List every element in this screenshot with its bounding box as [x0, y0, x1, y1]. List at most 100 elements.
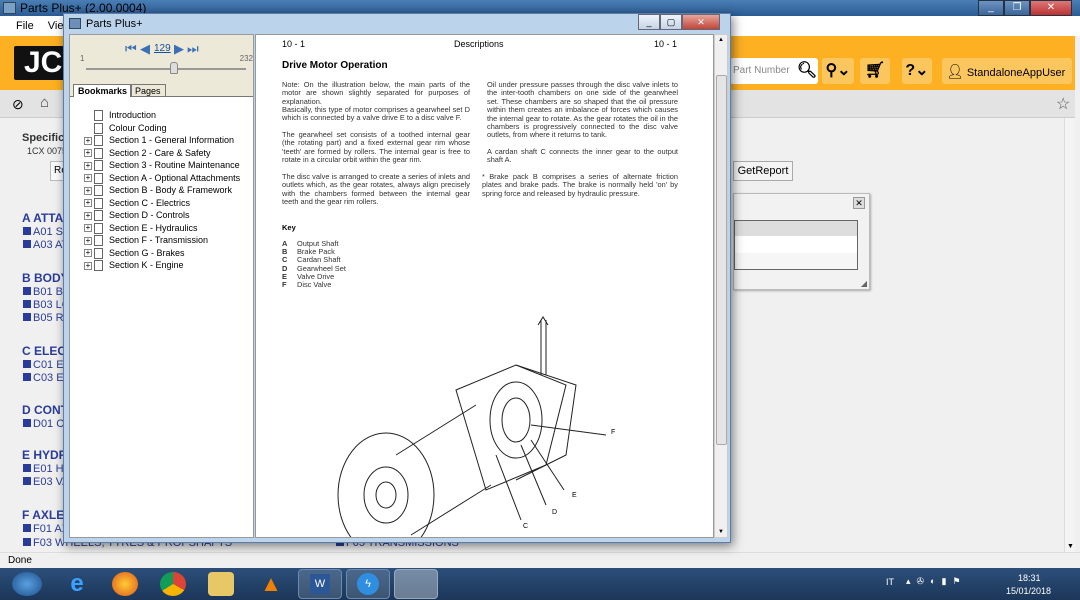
- close-button[interactable]: ✕: [682, 14, 720, 30]
- expand-icon[interactable]: +: [84, 236, 92, 245]
- bookmark-item[interactable]: + Section C - Electrics: [84, 197, 190, 209]
- tab-pages[interactable]: Pages: [130, 84, 166, 97]
- scroll-down-arrow[interactable]: ▼: [718, 529, 724, 535]
- bookmark-tree: Introduction Colour Coding + Section 1 - Ge…: [70, 97, 253, 537]
- menu-file[interactable]: File: [16, 20, 34, 32]
- next-page-icon[interactable]: ▶︎: [174, 41, 184, 57]
- page-heading: Drive Motor Operation: [282, 60, 388, 71]
- close-button[interactable]: ✕: [1030, 0, 1072, 16]
- panel-tabs: Bookmarks Pages: [70, 84, 253, 97]
- document-scrollbar[interactable]: ▲ ▼: [714, 34, 728, 538]
- expand-icon[interactable]: +: [84, 174, 92, 183]
- ie-icon[interactable]: e: [64, 572, 90, 596]
- expand-icon[interactable]: +: [84, 149, 92, 158]
- tab-bookmarks[interactable]: Bookmarks: [73, 84, 133, 97]
- document-page: 10 - 1 Descriptions 10 - 1 Drive Motor O…: [255, 34, 714, 538]
- bookmark-label: Section G - Brakes: [109, 247, 185, 258]
- taskbar: e ▲ W ϟ IT ▴✇◐▮⚑ 18:31 15/01/2018: [0, 568, 1080, 600]
- minimize-button[interactable]: _: [638, 14, 660, 30]
- help-icon[interactable]: ?⌄: [902, 58, 932, 84]
- group-title: E HYDR: [22, 448, 68, 462]
- page-icon: [94, 147, 103, 159]
- binoculars-icon[interactable]: ⚲⌄: [822, 58, 854, 84]
- tree-line: [84, 112, 92, 120]
- bookmark-item[interactable]: + Section G - Brakes: [84, 247, 185, 259]
- bookmark-item[interactable]: Colour Coding: [84, 122, 167, 134]
- start-button[interactable]: [12, 572, 42, 596]
- word-task[interactable]: W: [298, 569, 342, 599]
- page-slider-track[interactable]: [86, 68, 246, 70]
- user-icon: 👤︎: [946, 63, 964, 79]
- bookmark-item[interactable]: + Section D - Controls: [84, 209, 190, 222]
- prev-page-icon[interactable]: ◀︎: [140, 41, 150, 57]
- compass-icon[interactable]: ⊘: [12, 96, 24, 113]
- tray-icons[interactable]: ▴✇◐▮⚑: [906, 576, 967, 587]
- first-page-icon[interactable]: ⏮︎: [125, 41, 137, 57]
- scroll-thumb[interactable]: [716, 75, 727, 445]
- user-menu[interactable]: 👤︎ StandaloneAppUser ⌄: [942, 58, 1072, 105]
- language-indicator[interactable]: IT: [886, 577, 894, 587]
- page-min: 1: [80, 54, 85, 63]
- bookmark-label: Section 2 - Care & Safety: [109, 147, 211, 158]
- vlc-icon[interactable]: ▲: [258, 572, 284, 596]
- page-scrollbar[interactable]: ▼: [1064, 118, 1075, 552]
- bookmark-label: Section 1 - General Information: [109, 135, 235, 145]
- group-title: D CONT: [22, 403, 68, 417]
- chrome-icon[interactable]: [160, 572, 186, 596]
- bookmark-label: Section E - Hydraulics: [109, 222, 198, 233]
- expand-icon[interactable]: +: [84, 161, 92, 170]
- current-page[interactable]: 129: [154, 43, 171, 54]
- paragraph: Note: On the illustration below, the mai…: [282, 80, 470, 106]
- flash-task[interactable]: ϟ: [346, 569, 390, 599]
- bookmark-label: Section D - Controls: [109, 210, 190, 220]
- resize-grip-icon[interactable]: ◢: [861, 279, 867, 288]
- group-title: B BODY: [22, 271, 69, 285]
- scroll-down-arrow[interactable]: ▼: [1067, 543, 1074, 550]
- diagram-label: E: [572, 492, 577, 499]
- page-icon: [94, 247, 103, 259]
- get-report-button[interactable]: GetReport: [733, 161, 793, 181]
- clock-date: 15/01/2018: [1006, 586, 1052, 596]
- bookmark-item[interactable]: + Section F - Transmission: [84, 234, 208, 247]
- minimize-button[interactable]: _: [978, 0, 1004, 16]
- expand-icon[interactable]: +: [84, 249, 92, 258]
- bookmark-item[interactable]: + Section K - Engine: [84, 259, 184, 272]
- scroll-up-arrow[interactable]: ▲: [718, 37, 724, 43]
- search-icon[interactable]: 🔍︎: [796, 58, 818, 84]
- report-dialog: ✕ ◢: [733, 193, 870, 290]
- close-icon[interactable]: ✕: [853, 197, 865, 209]
- expand-icon[interactable]: +: [84, 199, 92, 208]
- bookmark-item[interactable]: + Section 1 - General Information: [84, 134, 235, 147]
- expand-icon[interactable]: +: [84, 211, 92, 220]
- list-item[interactable]: A03 AT: [23, 239, 68, 251]
- page-icon: [94, 222, 103, 234]
- page-icon: [94, 135, 103, 147]
- parts-plus-task[interactable]: [394, 569, 438, 599]
- last-page-icon[interactable]: ⏭︎: [187, 41, 199, 57]
- bookmark-item[interactable]: Introduction: [84, 109, 156, 122]
- expand-icon[interactable]: +: [84, 186, 92, 195]
- page-max: 232: [239, 54, 253, 63]
- firefox-icon[interactable]: [112, 572, 138, 596]
- maximize-button[interactable]: ▢: [660, 14, 682, 30]
- bookmark-item[interactable]: + Section A - Optional Attachments: [84, 172, 240, 184]
- star-icon[interactable]: ☆: [1056, 94, 1070, 114]
- restore-button[interactable]: ❐: [1004, 0, 1030, 16]
- bookmark-item[interactable]: + Section 2 - Care & Safety: [84, 147, 211, 159]
- expand-icon[interactable]: +: [84, 261, 92, 270]
- cart-icon[interactable]: 🛒︎: [860, 58, 890, 84]
- explorer-icon[interactable]: [208, 572, 234, 596]
- bookmark-item[interactable]: + Section B - Body & Framework: [84, 184, 232, 197]
- expand-icon[interactable]: +: [84, 136, 92, 145]
- bookmark-label: Section A - Optional Attachments: [109, 172, 241, 183]
- viewer-title: Parts Plus+: [86, 18, 143, 30]
- arrow-lines: [540, 320, 547, 375]
- page-header-right: 10 - 1: [654, 39, 678, 49]
- clock-time: 18:31: [1018, 573, 1041, 583]
- home-icon[interactable]: ⌂: [40, 94, 49, 111]
- page-icon: [94, 185, 103, 197]
- bookmark-item[interactable]: + Section 3 - Routine Maintenance: [84, 159, 240, 172]
- bookmark-item[interactable]: + Section E - Hydraulics: [84, 222, 198, 234]
- page-slider-thumb[interactable]: [170, 62, 178, 74]
- expand-icon[interactable]: +: [84, 224, 92, 233]
